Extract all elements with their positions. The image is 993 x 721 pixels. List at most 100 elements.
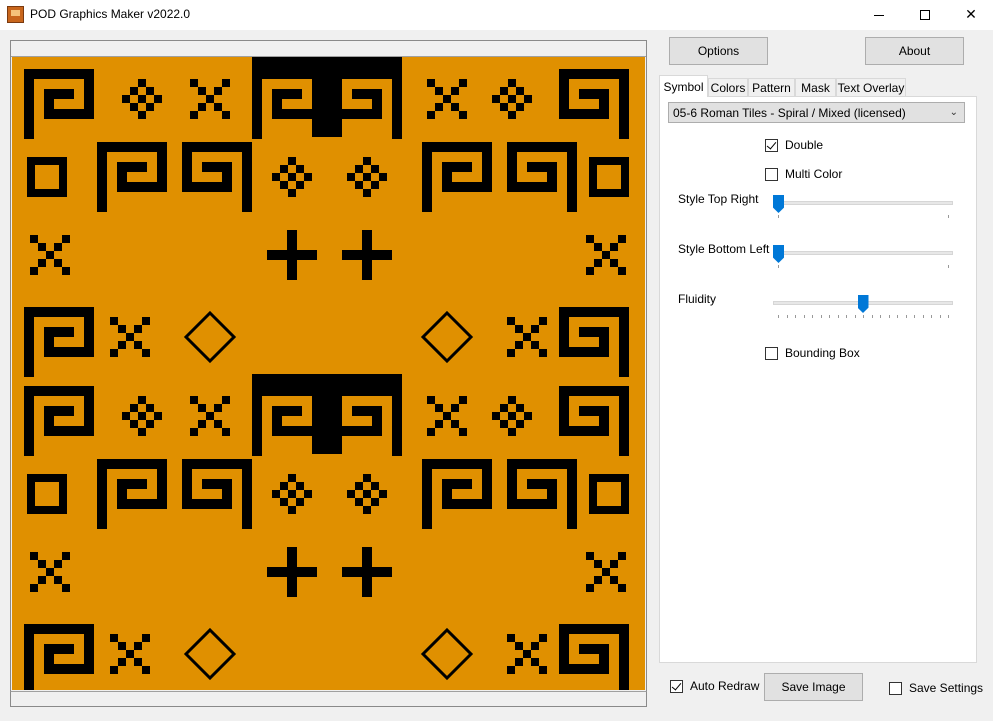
preview-bottom-bar: [10, 691, 647, 707]
checker-motif: [304, 173, 312, 181]
slider-tick: [846, 315, 847, 318]
spiral-block: [442, 162, 472, 172]
checker-motif: [492, 95, 500, 103]
spiral-block: [352, 89, 382, 99]
x-motif: [610, 259, 618, 267]
spiral-block: [242, 142, 252, 212]
checker-motif: [130, 87, 138, 95]
maximize-button[interactable]: [902, 0, 948, 30]
maximize-icon: [920, 10, 930, 20]
x-motif: [539, 666, 547, 674]
slider-tick: [914, 315, 915, 318]
about-button[interactable]: About: [865, 37, 964, 65]
checker-motif: [138, 111, 146, 119]
cross-motif: [342, 567, 392, 577]
bounding-box-checkbox[interactable]: Bounding Box: [765, 346, 860, 360]
x-motif: [531, 325, 539, 333]
x-motif: [451, 420, 459, 428]
spiral-block: [202, 479, 232, 489]
tab-pattern[interactable]: Pattern: [748, 78, 795, 97]
x-motif: [618, 267, 626, 275]
x-motif: [62, 584, 70, 592]
slider-tick: [786, 315, 788, 318]
x-motif: [142, 634, 150, 642]
x-motif: [214, 87, 222, 95]
x-motif: [190, 79, 198, 87]
x-motif: [118, 325, 126, 333]
tab-colors[interactable]: Colors: [708, 78, 748, 97]
checker-motif: [516, 404, 524, 412]
spiral-block: [442, 479, 472, 489]
tab-symbol[interactable]: Symbol: [659, 75, 708, 97]
bounding-box-label: Bounding Box: [785, 346, 860, 360]
x-motif: [126, 333, 134, 341]
x-motif: [451, 87, 459, 95]
x-motif: [427, 79, 435, 87]
spiral-block: [579, 89, 609, 99]
x-motif: [206, 412, 214, 420]
slider-track: [773, 201, 953, 205]
slider-thumb[interactable]: [857, 295, 869, 313]
checker-motif: [371, 482, 379, 490]
pattern-preview[interactable]: [12, 57, 645, 690]
x-motif: [30, 584, 38, 592]
spiral-block: [44, 644, 74, 654]
x-motif: [142, 317, 150, 325]
slider-thumb[interactable]: [773, 245, 784, 263]
spiral-block: [24, 624, 94, 634]
x-motif: [618, 235, 626, 243]
checker-motif: [122, 412, 130, 420]
spiral-block: [567, 142, 577, 212]
x-motif: [602, 251, 610, 259]
ring-motif: [621, 474, 629, 514]
checker-motif: [122, 95, 130, 103]
symbol-select[interactable]: 05-6 Roman Tiles - Spiral / Mixed (licen…: [668, 102, 965, 123]
spiral-block: [97, 142, 107, 212]
checker-motif: [288, 490, 296, 498]
x-motif: [54, 243, 62, 251]
style-bottom-left-slider[interactable]: [773, 245, 953, 269]
spiral-block: [392, 386, 402, 456]
slider-tick: [948, 265, 949, 268]
x-motif: [618, 584, 626, 592]
x-motif: [459, 79, 467, 87]
x-motif: [531, 658, 539, 666]
spiral-block: [619, 69, 629, 139]
x-motif: [539, 634, 547, 642]
x-motif: [459, 428, 467, 436]
slider-thumb[interactable]: [773, 195, 784, 213]
slider-tick: [863, 315, 864, 318]
slider-tick: [778, 265, 779, 268]
x-motif: [594, 576, 602, 584]
x-motif: [222, 79, 230, 87]
x-motif: [126, 650, 134, 658]
spiral-block: [182, 459, 252, 469]
checker-motif: [138, 79, 146, 87]
save-settings-checkbox[interactable]: Save Settings: [889, 681, 983, 695]
auto-redraw-checkbox[interactable]: Auto Redraw: [670, 679, 759, 693]
double-checkbox[interactable]: Double: [765, 138, 823, 152]
x-motif: [38, 576, 46, 584]
tab-mask[interactable]: Mask: [795, 78, 836, 97]
options-button[interactable]: Options: [669, 37, 768, 65]
minimize-button[interactable]: [856, 0, 902, 30]
close-button[interactable]: ✕: [948, 0, 993, 30]
x-motif: [459, 396, 467, 404]
checker-motif: [492, 412, 500, 420]
x-motif: [134, 341, 142, 349]
multi-color-checkbox[interactable]: Multi Color: [765, 167, 842, 181]
slider-ticks: [778, 265, 949, 269]
save-image-button[interactable]: Save Image: [764, 673, 863, 701]
style-top-right-slider[interactable]: [773, 195, 953, 219]
checker-motif: [288, 173, 296, 181]
fluidity-slider[interactable]: [773, 295, 953, 319]
x-motif: [118, 341, 126, 349]
checker-motif: [379, 173, 387, 181]
checker-motif: [524, 95, 532, 103]
spiral-block: [252, 386, 262, 456]
spiral-block: [619, 386, 629, 456]
spiral-block: [579, 406, 609, 416]
tab-text-overlay[interactable]: Text Overlay: [836, 78, 906, 97]
spiral-block: [252, 69, 262, 139]
x-motif: [435, 404, 443, 412]
